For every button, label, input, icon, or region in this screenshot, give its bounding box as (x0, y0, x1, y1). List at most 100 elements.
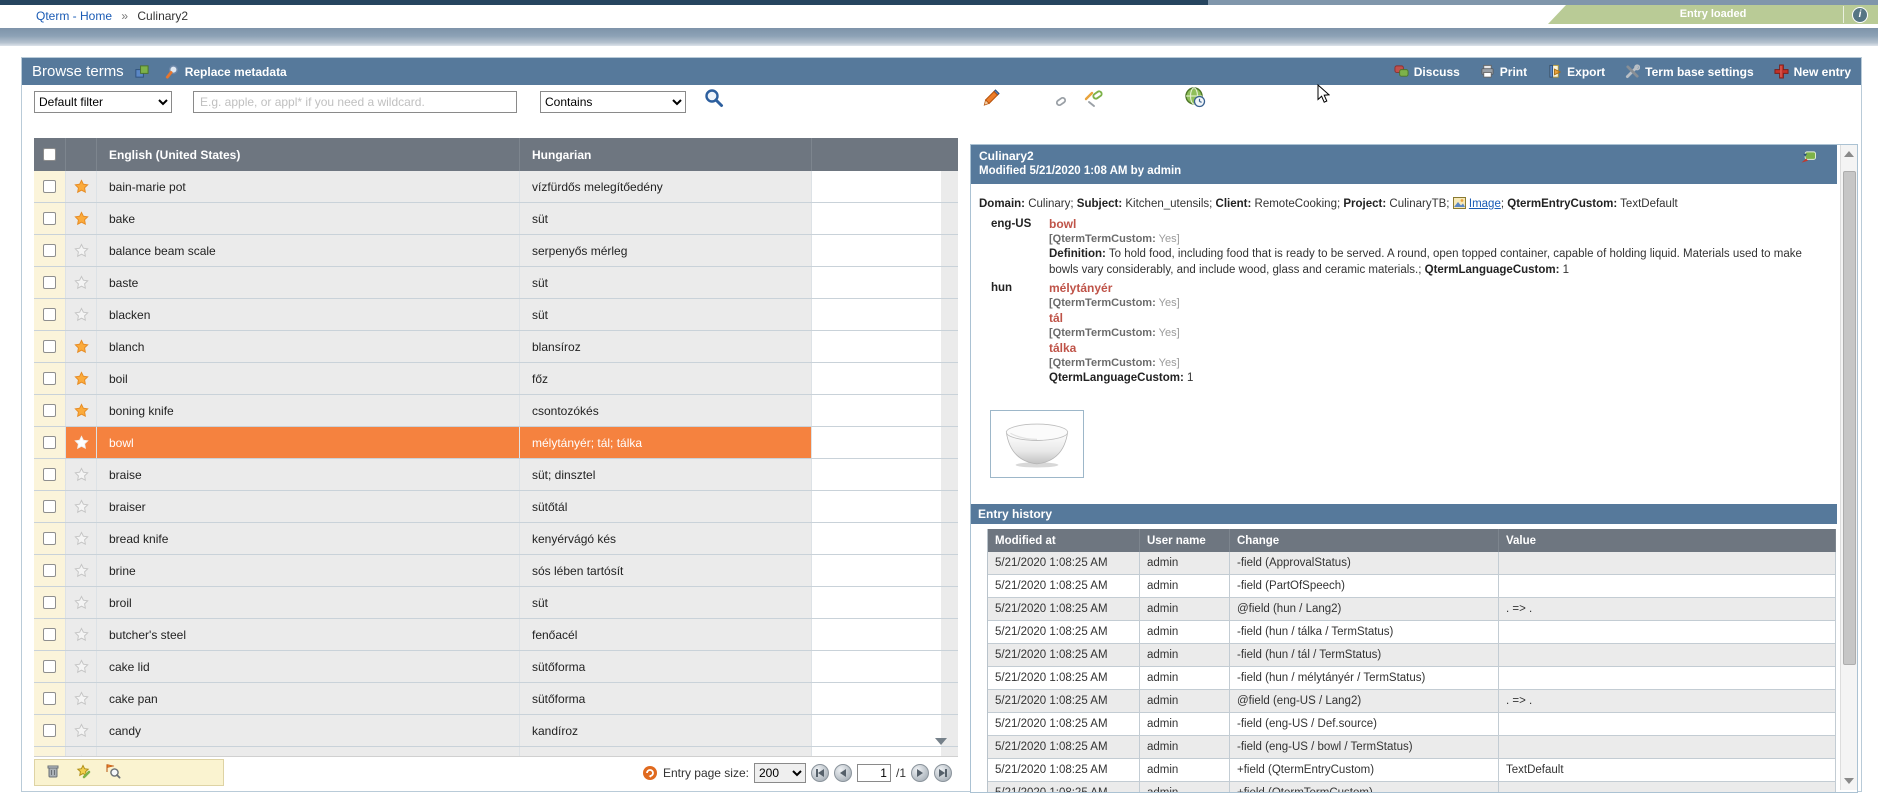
term-cell-hungarian[interactable]: sós lében tartósít (520, 555, 812, 586)
term-row[interactable]: braisesüt; dinsztel (34, 459, 958, 491)
row-star-cell[interactable] (66, 683, 97, 714)
row-star-cell[interactable] (66, 555, 97, 586)
term-cell-english[interactable]: baste (97, 267, 520, 298)
new-entry-button[interactable]: New entry (1774, 64, 1851, 79)
row-checkbox[interactable] (43, 180, 56, 193)
row-star-cell[interactable] (66, 651, 97, 682)
term-cell-hungarian[interactable]: süt (520, 587, 812, 618)
term-cell-english[interactable]: bread knife (97, 523, 520, 554)
term-row[interactable]: cake pansütőforma (34, 683, 958, 715)
term-cell-hungarian[interactable]: blansíroz (520, 331, 812, 362)
edit-term-pencil-icon[interactable] (982, 88, 1002, 111)
unlink-terms-icon[interactable] (1083, 89, 1105, 112)
term-row[interactable]: bowlmélytányér; tál; tálka (34, 427, 958, 459)
filter-profile-select[interactable]: Default filter (34, 91, 172, 113)
term-row[interactable]: boilfőz (34, 363, 958, 395)
favorite-star-icon[interactable] (74, 691, 89, 706)
favorite-star-icon[interactable] (74, 211, 89, 226)
info-icon[interactable]: i (1852, 7, 1868, 23)
favorite-star-icon[interactable] (74, 595, 89, 610)
reload-icon[interactable] (642, 765, 658, 781)
term-cell-hungarian[interactable]: süt (520, 299, 812, 330)
row-star-cell[interactable] (66, 619, 97, 650)
search-input[interactable] (193, 91, 517, 113)
row-star-cell[interactable] (66, 299, 97, 330)
search-icon[interactable] (703, 87, 725, 112)
term-cell-hungarian[interactable]: kandíroz (520, 715, 812, 746)
scroll-up-icon[interactable] (1844, 151, 1854, 157)
preview-search-icon[interactable] (105, 763, 121, 782)
favorite-star-icon[interactable] (74, 403, 89, 418)
term-row[interactable]: bain-marie potvízfürdős melegítőedény (34, 171, 958, 203)
row-checkbox[interactable] (43, 468, 56, 481)
scroll-down-icon[interactable] (1844, 778, 1854, 784)
row-checkbox[interactable] (43, 436, 56, 449)
term-cell-hungarian[interactable]: sütőforma (520, 683, 812, 714)
favorite-star-icon[interactable] (74, 723, 89, 738)
row-checkbox[interactable] (43, 404, 56, 417)
term-row[interactable]: blanchblansíroz (34, 331, 958, 363)
term-cell-hungarian[interactable]: süt (520, 267, 812, 298)
term-row[interactable]: brinesós lében tartósít (34, 555, 958, 587)
entry-panel-scrollbar[interactable] (1840, 145, 1857, 790)
row-checkbox[interactable] (43, 596, 56, 609)
row-star-cell[interactable] (66, 491, 97, 522)
term-base-settings-button[interactable]: Term base settings (1625, 64, 1753, 79)
term-cell-hungarian[interactable]: sütőforma (520, 651, 812, 682)
column-header-hungarian[interactable]: Hungarian (520, 138, 812, 171)
term-cell-hungarian[interactable]: süt; dinsztel (520, 459, 812, 490)
row-star-cell[interactable] (66, 587, 97, 618)
term-cell-hungarian[interactable]: kenyérvágó kés (520, 523, 812, 554)
term-cell-english[interactable]: candy (97, 715, 520, 746)
term-cell-hungarian[interactable]: karamellizál (520, 747, 812, 756)
term-cell-english[interactable]: boning knife (97, 395, 520, 426)
row-checkbox[interactable] (43, 308, 56, 321)
row-star-cell[interactable] (66, 267, 97, 298)
history-column-header[interactable]: User name (1140, 529, 1230, 552)
delete-entries-icon[interactable] (45, 763, 61, 782)
term-row[interactable]: candykandíroz (34, 715, 958, 747)
term-row[interactable]: bread knifekenyérvágó kés (34, 523, 958, 555)
row-star-cell[interactable] (66, 171, 97, 202)
term-cell-hungarian[interactable]: vízfürdős melegítőedény (520, 171, 812, 202)
row-checkbox[interactable] (43, 212, 56, 225)
term-cell-english[interactable]: cake pan (97, 683, 520, 714)
term-cell-english[interactable]: bowl (97, 427, 520, 458)
row-checkbox[interactable] (43, 660, 56, 673)
term-cell-english[interactable]: braise (97, 459, 520, 490)
row-checkbox[interactable] (43, 532, 56, 545)
favorite-star-icon[interactable] (74, 179, 89, 194)
term-cell-english[interactable]: caramelise (97, 747, 520, 756)
row-checkbox[interactable] (43, 500, 56, 513)
term-cell-hungarian[interactable]: süt (520, 203, 812, 234)
term-row[interactable]: cake lidsütőforma (34, 651, 958, 683)
term-cell-english[interactable]: bake (97, 203, 520, 234)
row-star-cell[interactable] (66, 459, 97, 490)
image-link[interactable]: Image (1469, 198, 1501, 210)
term-text[interactable]: bowl (1049, 217, 1811, 232)
term-text[interactable]: tálka (1049, 341, 1811, 356)
term-row[interactable]: boning knifecsontozókés (34, 395, 958, 427)
link-terms-icon[interactable] (1055, 90, 1075, 113)
last-page-button[interactable] (934, 764, 952, 782)
row-star-cell[interactable] (66, 747, 97, 756)
row-checkbox[interactable] (43, 564, 56, 577)
column-header-english[interactable]: English (United States) (97, 138, 520, 171)
row-checkbox[interactable] (43, 692, 56, 705)
favorite-star-icon[interactable] (74, 531, 89, 546)
term-cell-hungarian[interactable]: főz (520, 363, 812, 394)
term-cell-english[interactable]: balance beam scale (97, 235, 520, 266)
export-button[interactable]: Export (1547, 64, 1605, 79)
favorite-star-icon[interactable] (74, 563, 89, 578)
term-cell-english[interactable]: bain-marie pot (97, 171, 520, 202)
entry-discuss-icon[interactable] (1799, 150, 1817, 168)
term-cell-english[interactable]: broil (97, 587, 520, 618)
next-page-button[interactable] (911, 764, 929, 782)
favorite-star-icon[interactable] (74, 659, 89, 674)
term-cell-hungarian[interactable]: serpenyős mérleg (520, 235, 812, 266)
term-row[interactable]: bakesüt (34, 203, 958, 235)
term-cell-english[interactable]: boil (97, 363, 520, 394)
favorite-star-icon[interactable] (74, 243, 89, 258)
term-cell-hungarian[interactable]: mélytányér; tál; tálka (520, 427, 812, 458)
term-text[interactable]: mélytányér (1049, 281, 1811, 296)
